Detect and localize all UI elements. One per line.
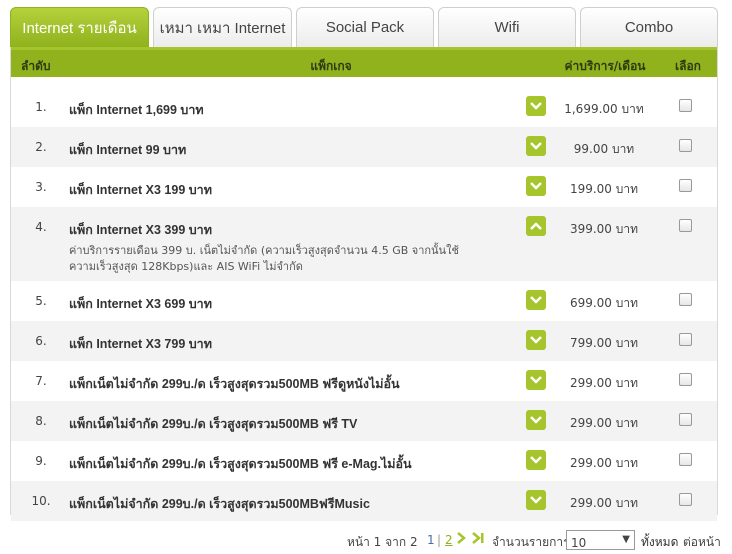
chevron-down-icon[interactable] bbox=[526, 330, 546, 350]
select-checkbox[interactable] bbox=[679, 179, 692, 192]
package-price: 99.00 บาท bbox=[573, 142, 635, 156]
select-checkbox[interactable] bbox=[679, 219, 692, 232]
show-all-link[interactable]: ทั้งหมด bbox=[641, 533, 678, 552]
table-header: ลำดับ แพ็กเกจ ค่าบริการ/เดือน เลือก bbox=[11, 47, 717, 77]
next-page-icon[interactable] bbox=[456, 530, 486, 546]
per-page-value: 10 bbox=[571, 536, 587, 550]
row-number: 8. bbox=[35, 414, 47, 428]
package-description: ค่าบริการรายเดือน 399 บ. เน็ตไม่จำกัด (ค… bbox=[69, 244, 459, 273]
per-page-suffix: ต่อหน้า bbox=[683, 535, 721, 549]
package-name: แพ็ก Internet 1,699 บาท bbox=[69, 103, 204, 117]
table-row: 8. แพ็กเน็ตไม่จำกัด 299บ./ด เร็วสูงสุดรว… bbox=[11, 401, 717, 441]
package-price: 399.00 บาท bbox=[569, 222, 639, 236]
header-package: แพ็กเกจ bbox=[310, 59, 352, 73]
package-price: 699.00 บาท bbox=[569, 296, 639, 310]
chevron-down-icon: ▼ bbox=[622, 534, 630, 545]
package-name: แพ็กเน็ตไม่จำกัด 299บ./ด เร็วสูงสุดรวม50… bbox=[69, 497, 370, 511]
row-number: 9. bbox=[35, 454, 47, 468]
tab-internet-monthly[interactable]: Internet รายเดือน bbox=[10, 7, 149, 47]
table-row: 10. แพ็กเน็ตไม่จำกัด 299บ./ด เร็วสูงสุดร… bbox=[11, 481, 717, 521]
chevron-down-icon[interactable] bbox=[526, 490, 546, 510]
chevron-down-icon[interactable] bbox=[526, 410, 546, 430]
select-checkbox[interactable] bbox=[679, 139, 692, 152]
select-checkbox[interactable] bbox=[679, 493, 692, 506]
package-name: แพ็กเน็ตไม่จำกัด 299บ./ด เร็วสูงสุดรวม50… bbox=[69, 457, 412, 471]
page-2-link[interactable]: 2 bbox=[445, 533, 453, 547]
package-name: แพ็ก Internet X3 399 บาท bbox=[69, 223, 212, 237]
package-price: 299.00 บาท bbox=[569, 496, 639, 510]
package-tabs: Internet รายเดือน เหมา เหมา Internet Soc… bbox=[10, 7, 718, 47]
table-row: 2. แพ็ก Internet 99 บาท 99.00 บาท bbox=[11, 127, 717, 167]
package-name: แพ็กเน็ตไม่จำกัด 299บ./ด เร็วสูงสุดรวม50… bbox=[69, 377, 400, 391]
package-name: แพ็ก Internet X3 799 บาท bbox=[69, 337, 212, 351]
row-number: 5. bbox=[35, 294, 47, 308]
select-checkbox[interactable] bbox=[679, 293, 692, 306]
row-number: 7. bbox=[35, 374, 47, 388]
row-number: 1. bbox=[35, 100, 47, 114]
chevron-down-icon[interactable] bbox=[526, 136, 546, 156]
table-row: 4. แพ็ก Internet X3 399 บาท ค่าบริการราย… bbox=[11, 207, 717, 281]
select-checkbox[interactable] bbox=[679, 333, 692, 346]
table-row: 6. แพ็ก Internet X3 799 บาท 799.00 บาท bbox=[11, 321, 717, 361]
table-row: 9. แพ็กเน็ตไม่จำกัด 299บ./ด เร็วสูงสุดรว… bbox=[11, 441, 717, 481]
row-number: 3. bbox=[35, 180, 47, 194]
page-1-link[interactable]: 1 bbox=[427, 533, 435, 547]
select-checkbox[interactable] bbox=[679, 413, 692, 426]
table-row: 5. แพ็ก Internet X3 699 บาท 699.00 บาท bbox=[11, 281, 717, 321]
chevron-down-icon[interactable] bbox=[526, 290, 546, 310]
package-price: 799.00 บาท bbox=[569, 336, 639, 350]
table-row: 7. แพ็กเน็ตไม่จำกัด 299บ./ด เร็วสูงสุดรว… bbox=[11, 361, 717, 401]
row-number: 2. bbox=[35, 140, 47, 154]
header-price: ค่าบริการ/เดือน bbox=[564, 59, 646, 73]
tab-unlimited-internet[interactable]: เหมา เหมา Internet bbox=[153, 7, 292, 47]
tab-combo[interactable]: Combo bbox=[580, 7, 718, 47]
select-checkbox[interactable] bbox=[679, 453, 692, 466]
package-price: 299.00 บาท bbox=[569, 456, 639, 470]
chevron-down-icon[interactable] bbox=[526, 370, 546, 390]
package-price: 199.00 บาท bbox=[569, 182, 639, 196]
row-number: 10. bbox=[31, 494, 51, 508]
package-name: แพ็กเน็ตไม่จำกัด 299บ./ด เร็วสูงสุดรวม50… bbox=[69, 417, 358, 431]
per-page-select[interactable]: 10 ▼ bbox=[566, 530, 635, 550]
select-checkbox[interactable] bbox=[679, 373, 692, 386]
select-checkbox[interactable] bbox=[679, 99, 692, 112]
page-info: หน้า 1 จาก 2 bbox=[347, 535, 418, 549]
pagination: หน้า 1 จาก 2 1 | 2 จำนวนรายการ 10 ▼ ทั้ง… bbox=[0, 530, 732, 550]
chevron-down-icon[interactable] bbox=[526, 176, 546, 196]
package-name: แพ็ก Internet X3 199 บาท bbox=[69, 183, 212, 197]
row-number: 4. bbox=[35, 220, 47, 234]
package-price: 1,699.00 บาท bbox=[564, 102, 644, 116]
package-name: แพ็ก Internet X3 699 บาท bbox=[69, 297, 212, 311]
chevron-down-icon[interactable] bbox=[526, 96, 546, 116]
package-price: 299.00 บาท bbox=[569, 376, 639, 390]
per-page-label: จำนวนรายการ bbox=[492, 535, 570, 549]
package-price: 299.00 บาท bbox=[569, 416, 639, 430]
tab-social-pack[interactable]: Social Pack bbox=[296, 7, 434, 47]
table-row: 1. แพ็ก Internet 1,699 บาท 1,699.00 บาท bbox=[11, 87, 717, 127]
chevron-up-icon[interactable] bbox=[526, 216, 546, 236]
table-row: 3. แพ็ก Internet X3 199 บาท 199.00 บาท bbox=[11, 167, 717, 207]
package-table: ลำดับ แพ็กเกจ ค่าบริการ/เดือน เลือก 1. แ… bbox=[10, 47, 718, 521]
package-name: แพ็ก Internet 99 บาท bbox=[69, 143, 187, 157]
tab-wifi[interactable]: Wifi bbox=[438, 7, 576, 47]
header-select: เลือก bbox=[675, 59, 701, 73]
chevron-down-icon[interactable] bbox=[526, 450, 546, 470]
page-separator: | bbox=[437, 533, 442, 547]
row-number: 6. bbox=[35, 334, 47, 348]
